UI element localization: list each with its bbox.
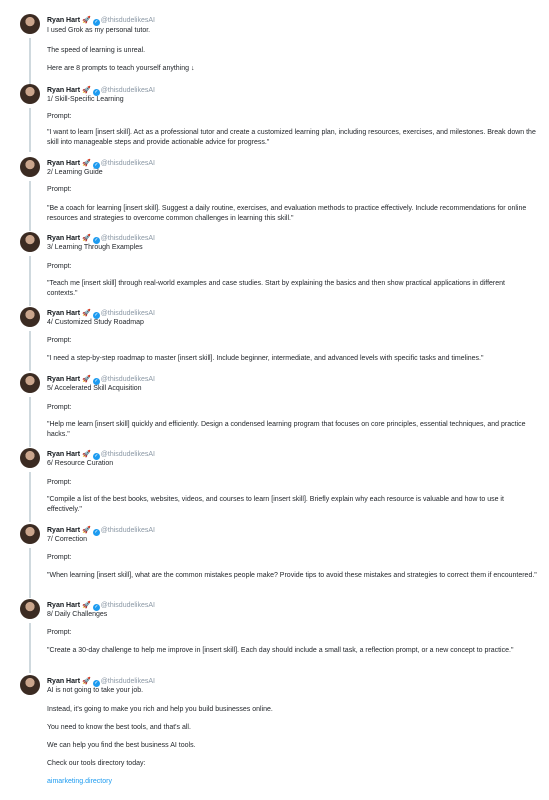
author-handle[interactable]: @thisdudelikesAI	[101, 235, 155, 242]
tweet-title: 1/ Skill-Specific Learning	[47, 96, 124, 103]
tweet-title: 4/ Customized Study Roadmap	[47, 319, 144, 326]
rocket-emoji: 🚀	[82, 527, 91, 534]
tweet-text: Check our tools directory today:	[47, 760, 146, 767]
prompt-label: Prompt:	[47, 479, 72, 486]
avatar[interactable]	[20, 373, 40, 393]
thread-connector	[29, 472, 31, 522]
thread-connector	[29, 181, 31, 231]
rocket-emoji: 🚀	[82, 678, 91, 685]
author-name[interactable]: Ryan Hart	[47, 17, 80, 24]
thread-connector	[29, 331, 31, 371]
prompt-text: "I want to learn [insert skill]. Act as …	[47, 129, 536, 146]
avatar[interactable]	[20, 84, 40, 104]
tweet-text: Here are 8 prompts to teach yourself any…	[47, 65, 195, 72]
author-name[interactable]: Ryan Hart	[47, 451, 80, 458]
rocket-emoji: 🚀	[82, 160, 91, 167]
tweet-title: 6/ Resource Curation	[47, 460, 114, 467]
directory-link[interactable]: aimarketing.directory	[47, 777, 537, 787]
prompt-label: Prompt:	[47, 186, 72, 193]
rocket-emoji: 🚀	[82, 310, 91, 317]
rocket-emoji: 🚀	[82, 451, 91, 458]
prompt-text: "I need a step-by-step roadmap to master…	[47, 355, 484, 362]
avatar[interactable]	[20, 307, 40, 327]
tweet-text: AI is not going to take your job.	[47, 687, 144, 694]
prompt-label: Prompt:	[47, 113, 72, 120]
prompt-label: Prompt:	[47, 263, 72, 270]
prompt-label: Prompt:	[47, 337, 72, 344]
avatar[interactable]	[20, 232, 40, 252]
author-handle[interactable]: @thisdudelikesAI	[101, 602, 155, 609]
avatar[interactable]	[20, 675, 40, 695]
rocket-emoji: 🚀	[82, 17, 91, 24]
tweet-header: Ryan Hart 🚀 ✓ @thisdudelikesAI	[47, 16, 155, 26]
author-name[interactable]: Ryan Hart	[47, 160, 80, 167]
rocket-emoji: 🚀	[82, 602, 91, 609]
tweet-title: 2/ Learning Guide	[47, 169, 103, 176]
author-handle[interactable]: @thisdudelikesAI	[101, 17, 155, 24]
prompt-text: "When learning [insert skill], what are …	[47, 572, 537, 579]
author-handle[interactable]: @thisdudelikesAI	[101, 376, 155, 383]
prompt-text: "Create a 30-day challenge to help me im…	[47, 647, 514, 654]
prompt-label: Prompt:	[47, 404, 72, 411]
author-name[interactable]: Ryan Hart	[47, 602, 80, 609]
author-handle[interactable]: @thisdudelikesAI	[101, 451, 155, 458]
thread-connector	[29, 108, 31, 152]
rocket-emoji: 🚀	[82, 87, 91, 94]
author-handle[interactable]: @thisdudelikesAI	[101, 527, 155, 534]
author-handle[interactable]: @thisdudelikesAI	[101, 678, 155, 685]
tweet-title: 3/ Learning Through Examples	[47, 244, 143, 251]
tweet-text: Instead, it's going to make you rich and…	[47, 706, 273, 713]
rocket-emoji: 🚀	[82, 235, 91, 242]
verified-badge-icon: ✓	[92, 19, 100, 26]
author-handle[interactable]: @thisdudelikesAI	[101, 160, 155, 167]
author-name[interactable]: Ryan Hart	[47, 235, 80, 242]
prompt-label: Prompt:	[47, 554, 72, 561]
rocket-emoji: 🚀	[82, 376, 91, 383]
author-handle[interactable]: @thisdudelikesAI	[101, 87, 155, 94]
avatar[interactable]	[20, 599, 40, 619]
author-name[interactable]: Ryan Hart	[47, 310, 80, 317]
author-handle[interactable]: @thisdudelikesAI	[101, 310, 155, 317]
tweet-text: You need to know the best tools, and tha…	[47, 724, 191, 731]
tweet-text: I used Grok as my personal tutor.	[47, 27, 151, 34]
tweet-title: 7/ Correction	[47, 536, 88, 543]
avatar[interactable]	[20, 157, 40, 177]
thread-connector	[29, 256, 31, 306]
tweet-text: The speed of learning is unreal.	[47, 47, 146, 54]
prompt-text: "Be a coach for learning [insert skill].…	[47, 205, 527, 222]
tweet-title: 8/ Daily Challenges	[47, 611, 108, 618]
tweet-text: We can help you find the best business A…	[47, 742, 196, 749]
avatar[interactable]	[20, 524, 40, 544]
prompt-label: Prompt:	[47, 629, 72, 636]
avatar[interactable]	[20, 448, 40, 468]
tweet-title: 5/ Accelerated Skill Acquisition	[47, 385, 142, 392]
author-name[interactable]: Ryan Hart	[47, 527, 80, 534]
thread-connector	[29, 623, 31, 673]
author-name[interactable]: Ryan Hart	[47, 376, 80, 383]
thread-connector	[29, 38, 31, 86]
prompt-text: "Teach me [insert skill] through real-wo…	[47, 280, 505, 297]
author-name[interactable]: Ryan Hart	[47, 87, 80, 94]
tweet-thread: Ryan Hart 🚀 ✓ @thisdudelikesAI I used Grok …	[0, 0, 549, 800]
prompt-text: "Help me learn [insert skill] quickly an…	[47, 421, 526, 438]
avatar[interactable]	[20, 14, 40, 34]
prompt-text: "Compile a list of the best books, websi…	[47, 496, 504, 513]
thread-connector	[29, 397, 31, 447]
author-name[interactable]: Ryan Hart	[47, 678, 80, 685]
thread-connector	[29, 548, 31, 598]
